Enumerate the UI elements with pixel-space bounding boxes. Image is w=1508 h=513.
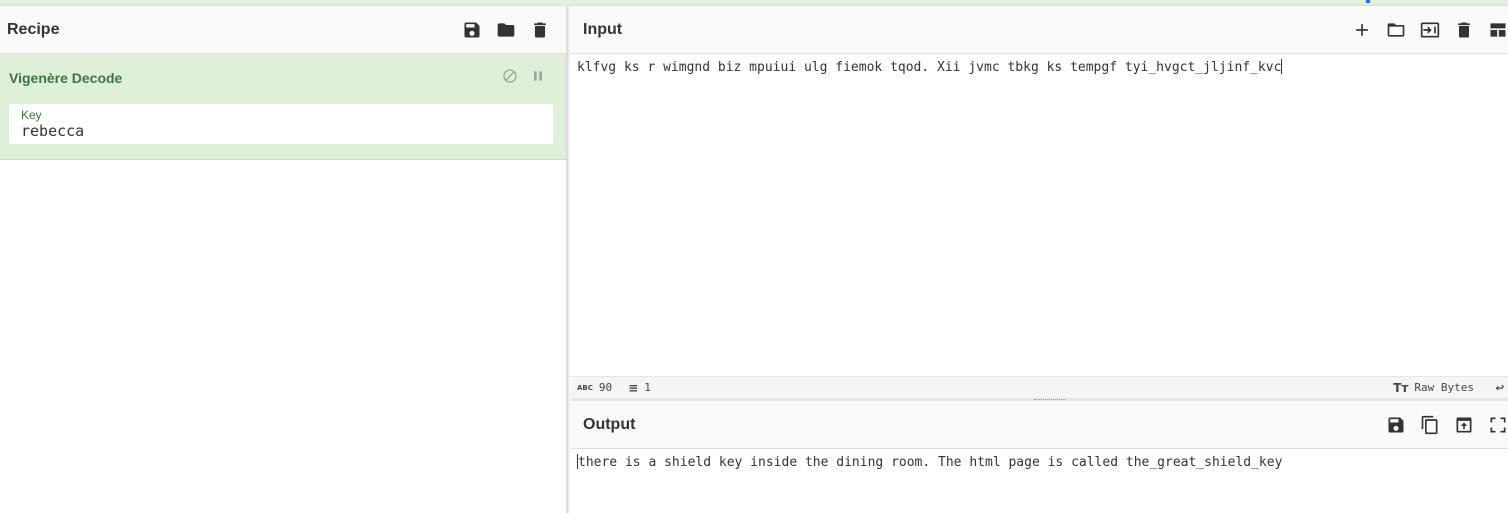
maximise-output-button[interactable]: [1486, 413, 1508, 437]
save-recipe-button[interactable]: [460, 18, 484, 42]
copy-icon: [1421, 415, 1438, 435]
add-input-tab-button[interactable]: [1350, 18, 1374, 42]
vertical-splitter[interactable]: [567, 6, 570, 513]
recipe-header: Recipe: [0, 6, 566, 54]
input-header: Input: [571, 6, 1508, 54]
input-text: klfvg ks r wimgnd biz mpuiui ulg fiemok …: [577, 60, 1282, 75]
length-stat: ABC 90: [577, 381, 612, 394]
text-caret: [1281, 59, 1283, 74]
input-status-bar: ABC 90 ≡ 1 Tт Raw Bytes ↩: [571, 376, 1508, 398]
input-textarea[interactable]: klfvg ks r wimgnd biz mpuiui ulg fiemok …: [571, 54, 1508, 376]
load-recipe-button[interactable]: [494, 18, 518, 42]
lines-icon: ≡: [628, 380, 639, 395]
trash-icon: [534, 22, 546, 38]
replace-input-icon: [1456, 417, 1472, 433]
save-icon: [1388, 417, 1404, 433]
key-input[interactable]: [21, 122, 541, 140]
abc-icon: ABC: [577, 383, 593, 392]
disable-operation-button[interactable]: [502, 68, 518, 89]
output-title: Output: [583, 415, 636, 433]
fullscreen-icon: [1490, 417, 1506, 433]
input-lines: 1: [644, 381, 651, 394]
reset-layout-button[interactable]: [1486, 18, 1508, 42]
folder-icon: [1387, 23, 1405, 37]
input-title: Input: [583, 20, 623, 38]
open-file-button[interactable]: [1384, 18, 1408, 42]
output-textarea[interactable]: there is a shield key inside the dining …: [571, 449, 1508, 475]
output-header: Output: [571, 401, 1508, 449]
save-icon: [464, 22, 480, 38]
encoding-label: Raw Bytes: [1414, 381, 1474, 394]
pause-operation-button[interactable]: [530, 68, 546, 89]
layout-icon: [1490, 23, 1506, 37]
lines-stat: ≡ 1: [628, 381, 651, 395]
save-output-button[interactable]: [1384, 413, 1408, 437]
banner-accent: [1366, 0, 1370, 3]
output-pane: Output there is a shield key inside the …: [571, 401, 1508, 513]
pause-icon: [534, 71, 542, 81]
operation-name: Vigenère Decode: [9, 70, 123, 86]
splitter-grip: [1034, 399, 1066, 400]
input-pane: Input klfvg ks r wimgnd biz mpuiui ulg f…: [571, 6, 1508, 398]
operation-vigenere-decode[interactable]: Vigenère Decode Key: [0, 54, 566, 160]
recipe-title: Recipe: [7, 20, 60, 38]
import-icon: [1420, 22, 1440, 38]
clear-input-button[interactable]: [1452, 18, 1476, 42]
plus-icon: [1356, 24, 1368, 36]
replace-input-button[interactable]: [1452, 413, 1476, 437]
open-folder-button[interactable]: [1418, 18, 1442, 42]
folder-icon: [497, 23, 515, 37]
input-length: 90: [598, 381, 613, 394]
word-wrap-icon[interactable]: ↩: [1496, 380, 1504, 396]
recipe-pane: Recipe Vigenère Decode Key: [0, 6, 567, 513]
copy-output-button[interactable]: [1418, 413, 1442, 437]
key-argument: Key: [9, 104, 553, 144]
output-text: there is a shield key inside the dining …: [578, 455, 1283, 470]
trash-icon: [1458, 22, 1470, 38]
encoding-selector[interactable]: Tт Raw Bytes: [1393, 381, 1474, 395]
key-label: Key: [21, 108, 42, 122]
disable-icon: [503, 69, 517, 83]
clear-recipe-button[interactable]: [528, 18, 552, 42]
text-format-icon: Tт: [1393, 380, 1409, 395]
